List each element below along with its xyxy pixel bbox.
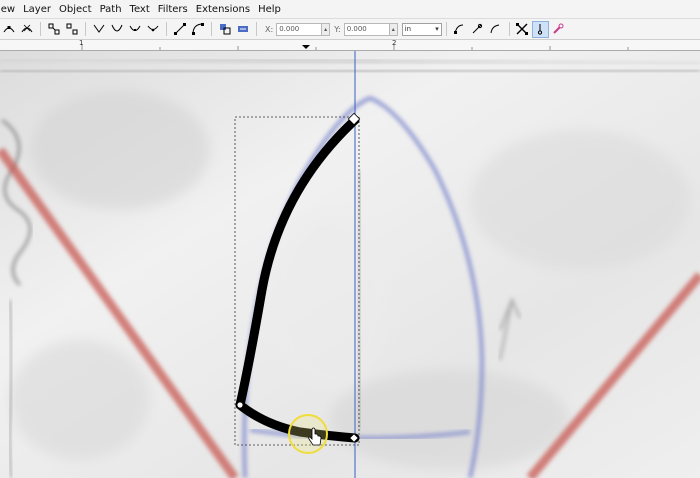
x-spin-icon[interactable]: ▴ (322, 22, 331, 36)
node-smooth-icon[interactable] (108, 21, 125, 38)
chevron-down-icon: ▾ (435, 25, 439, 33)
unit-value: in (404, 25, 412, 33)
path-effect-icon[interactable] (550, 21, 567, 38)
toolbar-separator (85, 22, 86, 36)
node-insert-icon[interactable] (0, 21, 17, 38)
toolbar-separator (211, 22, 212, 36)
toolbar-separator (508, 22, 510, 36)
transform-handles-icon[interactable] (514, 21, 531, 38)
show-handles-icon[interactable] (531, 20, 549, 38)
node-delete-icon[interactable] (18, 21, 35, 38)
menu-object[interactable]: Object (55, 4, 96, 15)
menu-path[interactable]: Path (96, 4, 126, 15)
y-coordinate-input[interactable]: 0.000 (343, 22, 390, 36)
path-node[interactable] (236, 401, 244, 409)
segment-line-icon[interactable] (171, 21, 188, 38)
y-spin-icon[interactable]: ▴ (389, 22, 398, 36)
unit-select[interactable]: in ▾ (401, 22, 442, 36)
menu-filters[interactable]: Filters (154, 4, 192, 15)
menu-view[interactable]: iew (0, 4, 19, 15)
menu-help[interactable]: Help (254, 4, 285, 15)
drawing-canvas[interactable] (0, 51, 700, 478)
canvas-drawing (0, 51, 700, 478)
menu-extensions[interactable]: Extensions (192, 4, 254, 15)
node-cusp-icon[interactable] (90, 21, 107, 38)
node-join-icon[interactable] (45, 21, 62, 38)
show-outline-icon[interactable] (487, 21, 504, 38)
node-break-icon[interactable] (63, 21, 80, 38)
ruler-ticks (81, 44, 629, 50)
node-auto-icon[interactable] (144, 21, 161, 38)
clip-path-icon[interactable] (451, 21, 468, 38)
toolbar-separator (445, 22, 447, 36)
segment-curve-icon[interactable] (189, 21, 206, 38)
sketch-horizontal-line (0, 67, 700, 75)
node-symmetric-icon[interactable] (126, 21, 143, 38)
menu-layer[interactable]: Layer (19, 4, 55, 15)
ruler-label: 2 (392, 39, 397, 47)
mask-icon[interactable] (469, 21, 486, 38)
toolbar-separator (166, 22, 167, 36)
horizontal-ruler[interactable]: 1 2 (0, 39, 700, 51)
x-coordinate-input[interactable]: 0.000 (276, 22, 323, 36)
toolbar-separator (256, 22, 257, 36)
menu-text[interactable]: Text (126, 4, 154, 15)
menu-bar: iew Layer Object Path Text Filters Exten… (0, 0, 700, 19)
cursor-highlight-ring (288, 414, 328, 454)
toolbar-separator (40, 22, 41, 36)
y-label: Y: (334, 24, 341, 34)
x-label: X: (265, 24, 274, 34)
object-to-path-icon[interactable] (216, 21, 233, 38)
tool-controls-bar: X: 0.000 ▴ Y: 0.000 ▴ in ▾ (0, 19, 700, 40)
stroke-to-path-icon[interactable] (234, 21, 251, 38)
ruler-label: 1 (79, 39, 84, 47)
